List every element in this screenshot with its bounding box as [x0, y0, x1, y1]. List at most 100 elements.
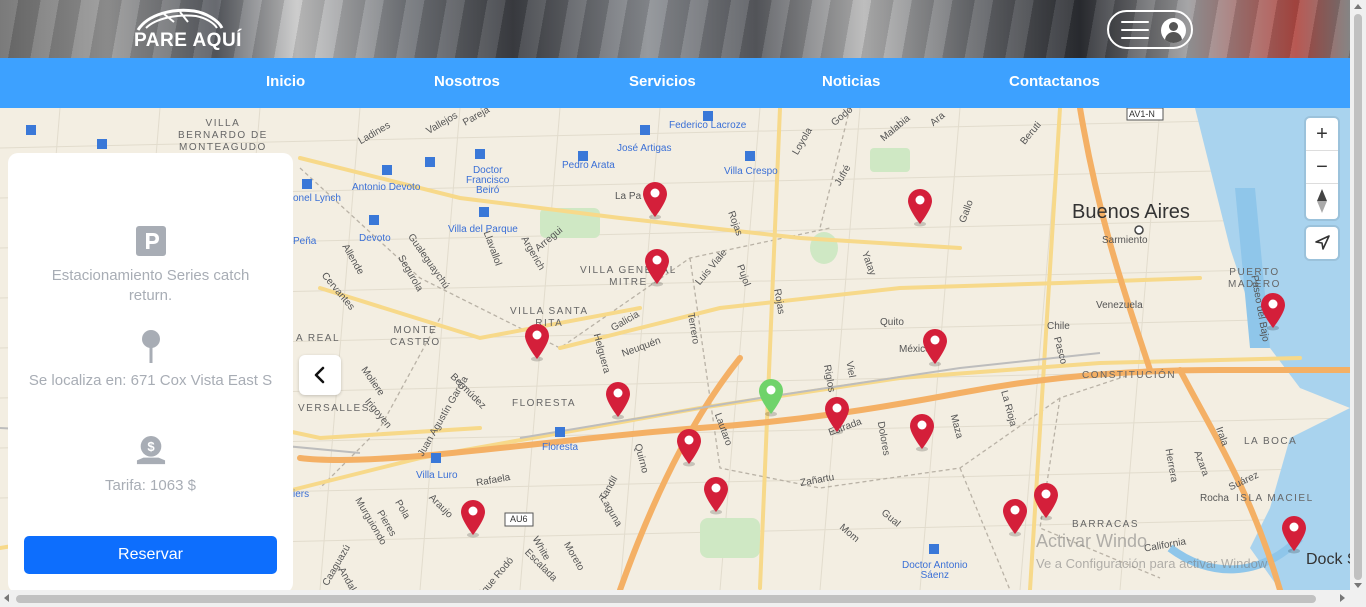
- chevron-left-icon: [314, 366, 325, 384]
- main-nav: Inicio Nosotros Servicios Noticias Conta…: [0, 58, 1350, 108]
- parking-marker[interactable]: [1032, 481, 1060, 521]
- label-barracas: BARRACAS: [1072, 519, 1140, 530]
- parking-marker[interactable]: [641, 180, 669, 220]
- map-marker-icon: [645, 249, 669, 287]
- parking-marker[interactable]: [823, 395, 851, 435]
- reserve-button[interactable]: Reservar: [24, 536, 277, 574]
- map-marker-icon: [910, 414, 934, 452]
- nav-servicios[interactable]: Servicios: [629, 73, 696, 90]
- nav-contactanos[interactable]: Contactanos: [1009, 73, 1100, 90]
- label-city: Buenos Aires: [1072, 201, 1190, 223]
- vertical-scroll-thumb[interactable]: [1354, 14, 1362, 580]
- label-dock-sud: Dock S: [1306, 551, 1350, 568]
- nav-nosotros[interactable]: Nosotros: [434, 73, 500, 90]
- map-pin-icon: [142, 330, 160, 363]
- geolocate-button[interactable]: [1306, 227, 1338, 259]
- shield-av1: AV1-N: [1129, 109, 1155, 119]
- brand-logo[interactable]: PARE AQUÍ: [134, 6, 241, 52]
- station-beiro: Doctor Francisco Beiró: [466, 165, 510, 196]
- parking-marker[interactable]: [604, 380, 632, 420]
- map-marker-icon: [759, 379, 783, 417]
- nav-inicio[interactable]: Inicio: [266, 73, 305, 90]
- label-la-pa: La Pa: [615, 191, 642, 202]
- parking-marker[interactable]: [1280, 514, 1308, 554]
- street-rocha: Rocha: [1200, 493, 1229, 504]
- label-a-real: A REAL: [296, 333, 341, 344]
- parking-marker[interactable]: [702, 475, 730, 515]
- zoom-controls: + −: [1306, 118, 1338, 219]
- parking-marker[interactable]: [675, 427, 703, 467]
- map-marker-icon: [704, 477, 728, 515]
- street-chile: Chile: [1047, 321, 1070, 332]
- parking-rate: Tarifa: 1063 $: [105, 477, 196, 494]
- compass-icon: [1317, 189, 1327, 213]
- map-marker-icon: [1003, 499, 1027, 537]
- parking-marker[interactable]: [921, 327, 949, 367]
- scroll-left-icon[interactable]: [4, 594, 9, 602]
- map-marker-icon: [923, 329, 947, 367]
- collapse-panel-button[interactable]: [299, 355, 341, 395]
- brand-name: PARE AQUÍ: [134, 30, 242, 51]
- map-marker-icon: [908, 189, 932, 227]
- nav-noticias[interactable]: Noticias: [822, 73, 880, 90]
- station-pena: Peña: [293, 236, 317, 247]
- station-floresta: Floresta: [542, 442, 579, 453]
- station-devoto: Devoto: [359, 233, 391, 244]
- scroll-right-icon[interactable]: [1340, 594, 1345, 602]
- windows-watermark-sub: Ve a Configuración para activar Window: [1036, 556, 1268, 571]
- user-circle-icon: [1161, 18, 1186, 43]
- parking-marker[interactable]: [1001, 497, 1029, 537]
- zoom-in-button[interactable]: +: [1306, 118, 1338, 151]
- scroll-up-icon[interactable]: [1354, 4, 1362, 9]
- map-marker-icon: [825, 397, 849, 435]
- map-marker-icon: [525, 324, 549, 362]
- station-federico: Federico Lacroze: [669, 120, 747, 131]
- station-artigas: José Artigas: [617, 143, 672, 154]
- horizontal-scroll-thumb[interactable]: [16, 595, 1316, 603]
- parking-marker[interactable]: [643, 247, 671, 287]
- map-marker-icon: [461, 500, 485, 538]
- station-crespo: Villa Crespo: [724, 166, 778, 177]
- scroll-down-icon[interactable]: [1354, 583, 1362, 588]
- label-villa-bdm: VILLA BERNARDO DE MONTEAGUDO: [178, 118, 268, 153]
- parking-marker[interactable]: [908, 412, 936, 452]
- station-saenz: Doctor Antonio Sáenz: [902, 560, 968, 581]
- location-arrow-icon: [1315, 235, 1330, 250]
- horizontal-scrollbar[interactable]: [0, 590, 1350, 607]
- coin-hand-icon: $: [136, 436, 166, 465]
- map-marker-icon: [677, 429, 701, 467]
- vertical-scrollbar[interactable]: [1350, 0, 1366, 607]
- label-monte-castro: MONTE CASTRO: [390, 325, 441, 348]
- header-banner: PARE AQUÍ: [0, 0, 1350, 58]
- street-venezuela: Venezuela: [1096, 300, 1143, 311]
- parking-marker[interactable]: [1259, 291, 1287, 331]
- svg-text:$: $: [147, 439, 155, 454]
- map-marker-icon: [606, 382, 630, 420]
- map-marker-icon: [643, 182, 667, 220]
- app-root: PARE AQUÍ Inicio Nosotros Servicios Noti…: [0, 0, 1366, 607]
- map-marker-icon: [1261, 293, 1285, 331]
- compass-button[interactable]: [1306, 184, 1338, 217]
- label-la-boca: LA BOCA: [1244, 436, 1298, 447]
- label-constitucion: CONSTITUCIÓN: [1082, 370, 1177, 381]
- parking-marker[interactable]: [459, 498, 487, 538]
- map-marker-icon: [1034, 483, 1058, 521]
- station-antonio-devoto: Antonio Devoto: [352, 182, 421, 193]
- label-floresta: FLORESTA: [512, 398, 577, 409]
- parking-marker[interactable]: [906, 187, 934, 227]
- zoom-out-button[interactable]: −: [1306, 151, 1338, 184]
- hamburger-icon: [1121, 21, 1149, 39]
- parking-name: Estacionamiento Series catch return.: [51, 267, 250, 304]
- shield-au6: AU6: [510, 514, 528, 524]
- windows-watermark-title: Activar Windo: [1036, 531, 1148, 551]
- account-menu-button[interactable]: [1107, 10, 1193, 49]
- parking-detail-panel: Estacionamiento Series catch return. Se …: [8, 153, 293, 593]
- parking-address: Se localiza en: 671 Cox Vista East S: [28, 372, 273, 389]
- parking-icon: [136, 226, 166, 256]
- station-pedro: Pedro Arata: [562, 160, 615, 171]
- parking-marker[interactable]: [523, 322, 551, 362]
- station-lynch: onel Lynch: [293, 193, 341, 204]
- selected-parking-marker[interactable]: [757, 377, 785, 417]
- label-isla-maciel: ISLA MACIEL: [1236, 493, 1314, 504]
- label-versalles: VERSALLES: [298, 403, 370, 414]
